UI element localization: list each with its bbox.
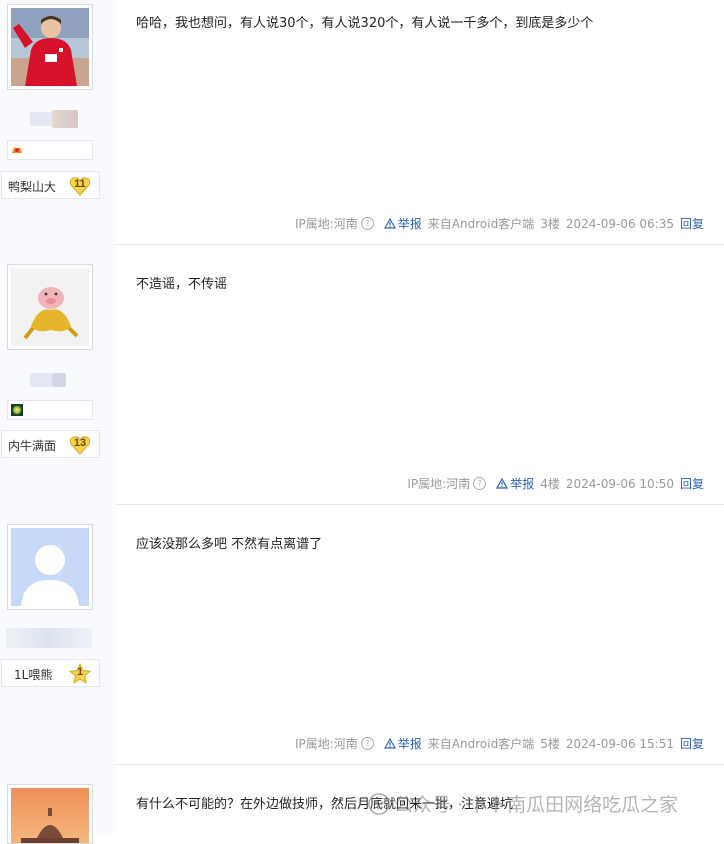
floor-number: 5楼 <box>540 737 560 751</box>
post-content: 不造谣，不传谣 <box>136 277 228 292</box>
post-tail: IP属地:河南 ? 举报 来自Android客户端 5楼 2024-09-06 … <box>295 735 704 752</box>
post-floor-5: 1L喂熊 1 应该没那么多吧 不然有点离谱了 IP属地:河南 ? 举报 来自An… <box>0 504 724 764</box>
floor-number: 3楼 <box>540 217 560 231</box>
level-badge: 11 <box>69 175 91 197</box>
wechat-official-account-icon <box>368 792 390 815</box>
username-blurred[interactable] <box>6 628 92 648</box>
client-source[interactable]: 来自Android客户端 <box>428 735 534 752</box>
post-content: 应该没那么多吧 不然有点离谱了 <box>136 537 323 552</box>
fan-badge[interactable] <box>7 400 93 420</box>
post-floor-4: 内牛满面 13 不造谣，不传谣 IP属地:河南 ? 举报 4楼 2024-09-… <box>0 244 724 504</box>
watermark-text: 公众号 · 卜卜南瓜田网络吃瓜之家 <box>394 794 679 816</box>
level-badge: 1 <box>69 663 91 685</box>
report-link[interactable]: 举报 <box>496 475 534 492</box>
post-tail: IP属地:河南 ? 举报 来自Android客户端 3楼 2024-09-06 … <box>295 215 704 232</box>
post-time: 2024-09-06 15:51 <box>565 736 674 751</box>
author-avatar[interactable] <box>7 264 93 350</box>
author-avatar[interactable] <box>7 4 93 90</box>
source-text: 来自Android客户端 <box>427 737 535 751</box>
author-avatar[interactable] <box>7 784 93 844</box>
author-avatar[interactable] <box>7 524 93 610</box>
default-user-avatar-icon <box>11 528 89 606</box>
warning-icon <box>496 478 509 489</box>
help-icon[interactable]: ? <box>360 217 374 230</box>
level-name: 1L喂熊 <box>14 668 53 682</box>
report-label: 举报 <box>510 477 535 491</box>
post-time: 2024-09-06 10:50 <box>565 476 674 491</box>
fan-badge-icon <box>12 147 22 153</box>
level-number: 1 <box>76 666 84 678</box>
reply-link[interactable]: 回复 <box>680 735 704 752</box>
post-floor-3: 鸭梨山大 11 哈哈，我也想问，有人说30个，有人说320个，有人说一千多个，到… <box>0 0 724 244</box>
ip-location: IP属地:河南 <box>294 217 358 231</box>
level-badge: 13 <box>69 434 91 456</box>
help-icon[interactable]: ? <box>473 477 487 490</box>
floor-number: 4楼 <box>540 477 560 491</box>
level-number: 13 <box>73 437 87 449</box>
flower-badge-icon <box>11 404 23 416</box>
post-time: 2024-09-06 06:35 <box>565 216 674 231</box>
warning-icon <box>383 218 396 229</box>
client-source[interactable]: 来自Android客户端 <box>428 215 534 232</box>
level-tag[interactable]: 内牛满面 13 <box>1 430 100 458</box>
post-content: 哈哈，我也想问，有人说30个，有人说320个，有人说一千多个，到底是多少个 <box>136 16 594 31</box>
report-link[interactable]: 举报 <box>383 215 422 232</box>
level-tag[interactable]: 1L喂熊 1 <box>1 659 100 687</box>
post-tail: IP属地:河南 ? 举报 4楼 2024-09-06 10:50 回复 <box>407 475 704 492</box>
username-blurred[interactable] <box>30 112 52 126</box>
reply-link[interactable]: 回复 <box>680 475 704 492</box>
level-name: 鸭梨山大 <box>8 180 57 194</box>
username-blurred[interactable] <box>30 373 52 387</box>
sunset-dome-avatar-icon <box>11 788 89 843</box>
username-blurred-2[interactable] <box>52 373 66 387</box>
level-number: 11 <box>74 178 86 190</box>
report-link[interactable]: 举报 <box>383 735 422 752</box>
soccer-player-avatar-icon <box>11 8 89 86</box>
report-label: 举报 <box>397 217 422 231</box>
help-icon[interactable]: ? <box>360 737 374 750</box>
report-label: 举报 <box>397 737 422 751</box>
wechat-watermark: 公众号 · 卜卜南瓜田网络吃瓜之家 <box>368 790 678 817</box>
level-tag[interactable]: 鸭梨山大 11 <box>1 171 100 199</box>
pig-avatar-icon <box>11 268 89 346</box>
reply-link[interactable]: 回复 <box>680 215 704 232</box>
level-name: 内牛满面 <box>8 439 57 453</box>
source-text: 来自Android客户端 <box>427 217 535 231</box>
warning-icon <box>383 738 396 749</box>
fan-badge[interactable] <box>7 140 93 160</box>
username-blurred-2[interactable] <box>52 110 78 128</box>
ip-location: IP属地:河南 <box>294 737 358 751</box>
ip-location: IP属地:河南 <box>407 477 471 491</box>
